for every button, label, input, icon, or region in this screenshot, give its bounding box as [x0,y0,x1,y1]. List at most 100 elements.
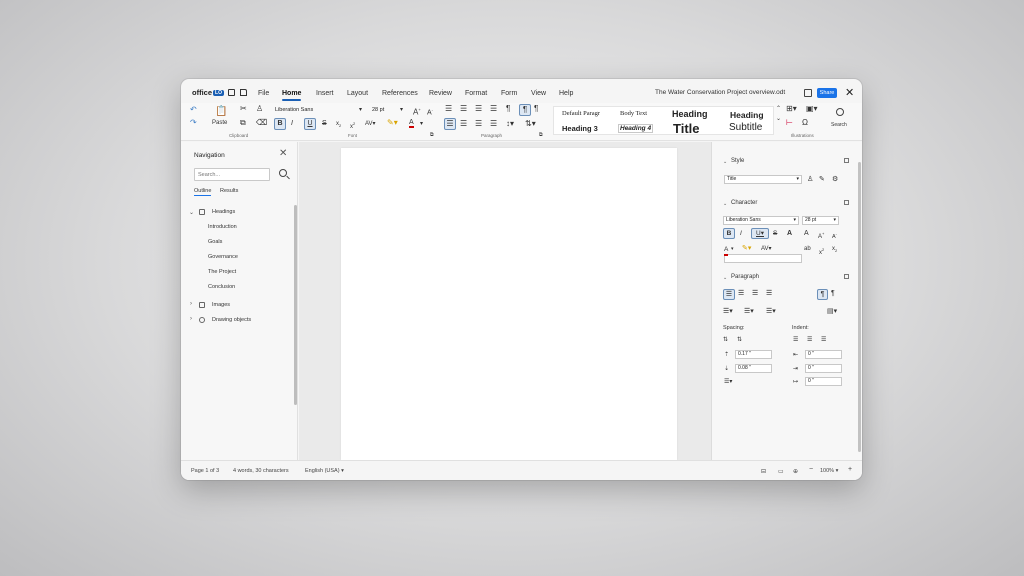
line-spacing-button[interactable]: ↕▾ [506,119,514,129]
sidebar-background-button[interactable]: ▤▾ [827,307,837,316]
menu-references[interactable]: References [382,90,418,97]
search-button[interactable]: Search [831,120,847,130]
clone-format-icon[interactable]: ♙ [256,104,263,114]
italic-button[interactable]: I [291,119,293,129]
menu-home[interactable]: Home [282,90,302,101]
align-left-button[interactable]: ☰ [444,118,456,130]
menu-insert[interactable]: Insert [316,90,334,97]
sidebar-outline-button-list[interactable]: ☰▾ [766,307,776,316]
page-count[interactable]: Page 1 of 3 [191,468,219,474]
style-default-paragraph[interactable]: Default Paragr [562,110,600,117]
style-collapse-icon[interactable]: ⌄ [723,159,727,165]
sidebar-align-center-button[interactable]: ☰ [738,289,744,298]
char-font-dropdown-icon[interactable]: ▾ [793,217,796,224]
align-center-button[interactable]: ☰ [460,119,467,129]
rtl-icon[interactable]: ¶ [534,104,538,114]
font-size-dropdown-icon[interactable]: ▾ [400,105,403,115]
close-icon[interactable]: ✕ [845,86,854,99]
zoom-fit-icon[interactable]: ⊕ [793,468,798,475]
paragraph-collapse-icon[interactable]: ⌄ [723,275,727,281]
special-character-icon[interactable]: Ω [802,118,808,128]
sidebar-align-left-button[interactable]: ☰ [723,289,735,300]
document-page[interactable] [341,148,677,460]
sidebar-outline-button[interactable]: A [804,229,809,238]
sidebar-superscript-button[interactable]: x2 [819,245,824,258]
shrink-font-icon[interactable]: A- [427,105,433,118]
sidebar-scrollbar[interactable] [858,162,861,452]
numbering-icon[interactable]: ☰ [460,104,467,114]
style-subtitle[interactable]: Subtitle [729,122,762,133]
word-count[interactable]: 4 words, 30 characters [233,468,289,474]
underline-button[interactable]: U [304,118,316,130]
navigator-close-icon[interactable]: ✕ [279,148,287,159]
table-icon[interactable]: ⊞▾ [786,104,797,114]
share-button[interactable]: Share [817,88,837,98]
style-heading-4[interactable]: Heading 4 [618,124,654,133]
style-body-text[interactable]: Body Text [620,110,647,117]
increase-indent-icon[interactable]: ☰ [793,336,798,345]
book-view-icon[interactable]: ▭ [778,468,784,475]
tree-headings[interactable]: Headings [212,209,235,215]
font-name-field[interactable]: Liberation Sans [275,106,355,115]
menu-format[interactable]: Format [465,90,487,97]
sidebar-align-right-button[interactable]: ☰ [752,289,758,298]
ltr-icon[interactable]: ¶ [519,104,531,116]
below-spacing-field[interactable]: 0.08 " [735,364,772,373]
paragraph-more-icon[interactable] [844,274,849,279]
highlight-color-button[interactable]: ✎▾ [387,118,398,128]
character-spacing-button[interactable]: AV▾ [365,119,376,129]
sidebar-grow-font-button[interactable]: A+ [818,229,824,242]
sidebar-rtl-button[interactable]: ¶ [831,289,835,298]
style-title[interactable]: Title [673,121,700,136]
decrease-spacing-icon[interactable]: ⇅ [737,336,742,345]
drawing-expand-icon[interactable]: › [190,316,192,322]
sidebar-ltr-button[interactable]: ¶ [817,289,828,300]
tree-heading-governance[interactable]: Governance [208,254,238,260]
line-spacing-icon[interactable]: ☰▾ [724,378,732,387]
style-heading-3[interactable]: Heading 3 [562,124,598,133]
strikethrough-button[interactable]: S [322,119,327,129]
char-size-field[interactable]: 28 pt ▾ [802,216,839,225]
sidebar-shrink-font-button[interactable]: A- [832,229,837,242]
menu-file[interactable]: File [258,90,269,97]
increase-spacing-icon[interactable]: ⇅ [723,336,728,345]
image-icon[interactable]: ▣▾ [806,104,818,114]
first-line-indent-field[interactable]: 0 " [805,377,842,386]
sidebar-bullets-button[interactable]: ☰▾ [723,307,733,316]
sidebar-toggle-icon[interactable] [804,89,812,97]
sidebar-numbering-button[interactable]: ☰▾ [744,307,754,316]
save-icon[interactable] [228,89,235,96]
style-more-icon[interactable] [844,158,849,163]
sidebar-shadow-button[interactable]: A [787,229,792,238]
style-heading-1[interactable]: Heading [730,110,764,120]
sidebar-bold-button[interactable]: B [723,228,735,239]
sidebar-strike-button[interactable]: S [773,229,777,238]
grow-font-icon[interactable]: A+ [413,105,421,118]
undo-icon[interactable]: ↶ [190,105,197,115]
hanging-indent-icon[interactable]: ☰ [821,336,826,345]
tree-heading-the-project[interactable]: The Project [208,269,236,275]
headings-expand-icon[interactable]: ⌄ [189,209,194,216]
line-icon[interactable]: ⊢ [786,118,793,128]
char-size-dropdown-icon[interactable]: ▾ [833,217,836,224]
styles-scroll-down-icon[interactable]: ⌄ [776,114,781,124]
sidebar-justify-button[interactable]: ☰ [766,289,772,298]
menu-form[interactable]: Form [501,90,517,97]
tree-heading-goals[interactable]: Goals [208,239,222,245]
sidebar-case-button[interactable]: ab [804,245,811,254]
style-dropdown-icon[interactable]: ▾ [796,176,799,183]
paragraph-dialog-icon[interactable]: ⧉ [539,130,543,140]
after-indent-field[interactable]: 0 " [805,364,842,373]
style-heading[interactable]: Heading [672,109,708,119]
tree-images[interactable]: Images [212,302,230,308]
style-name-field[interactable]: Title ▾ [724,175,802,184]
tree-heading-conclusion[interactable]: Conclusion [208,284,235,290]
sidebar-underline-button[interactable]: U▾ [751,228,769,239]
menu-view[interactable]: View [531,90,546,97]
search-icon[interactable] [836,108,844,116]
font-color-dropdown-icon[interactable]: ▾ [420,119,423,129]
paste-icon[interactable]: 📋 [215,107,227,117]
sidebar-spacing-button[interactable]: AV▾ [761,245,772,254]
export-icon[interactable] [240,89,247,96]
paste-button[interactable]: Paste [212,118,227,128]
